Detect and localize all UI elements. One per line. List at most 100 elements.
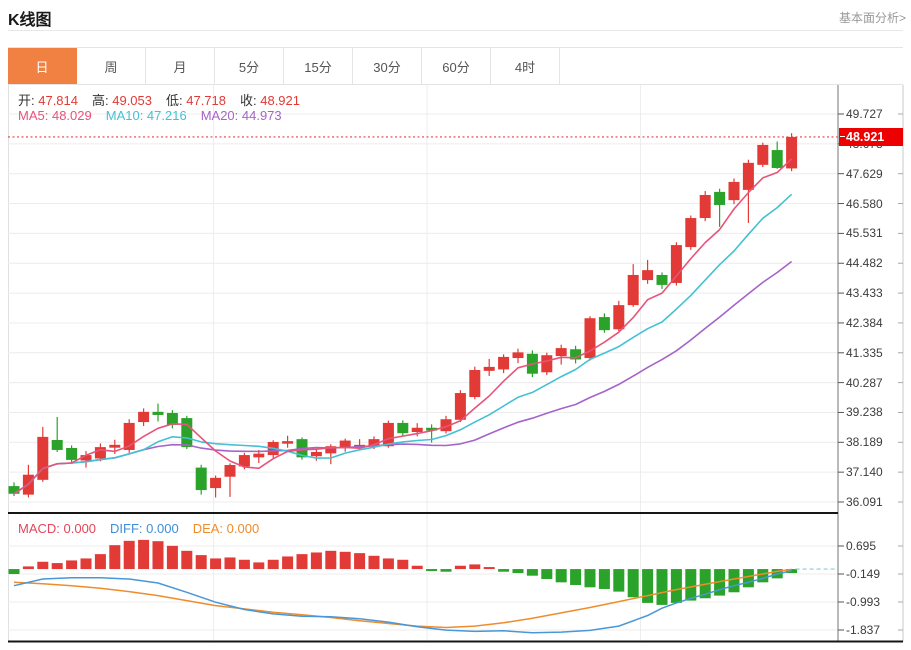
tab-15min[interactable]: 15分 [284, 48, 353, 84]
macd-bar-positive [81, 558, 92, 569]
macd-bar-positive [253, 562, 264, 569]
price-axis-label: 43.433 [846, 286, 902, 300]
ma5-label: MA5: [18, 108, 52, 123]
macd-bar-negative [541, 569, 552, 579]
candle-up [138, 412, 149, 422]
macd-axis-label: -1.837 [846, 623, 902, 637]
ma20-value: 44.973 [242, 108, 282, 123]
candle-up [412, 428, 423, 432]
macd-bar-negative [570, 569, 581, 585]
macd-bar-positive [52, 563, 63, 569]
macd-bar-positive [196, 555, 207, 569]
macd-bar-positive [340, 552, 351, 569]
candle-up [311, 452, 322, 456]
macd-bar-negative [613, 569, 624, 592]
tab-60min[interactable]: 60分 [422, 48, 491, 84]
candle-up [469, 370, 480, 397]
ohlc-low-value: 47.718 [186, 93, 226, 108]
macd-bar-negative [628, 569, 639, 597]
candles-group [9, 133, 798, 497]
tab-month[interactable]: 月 [146, 48, 215, 84]
macd-bar-positive [484, 567, 495, 569]
price-axis-label: 49.727 [846, 107, 902, 121]
ohlc-high-value: 49.053 [112, 93, 152, 108]
ma10-value: 47.216 [147, 108, 187, 123]
price-axis-label: 40.287 [846, 376, 902, 390]
candle-up [225, 465, 236, 477]
candle-down [657, 275, 668, 285]
tab-5min[interactable]: 5分 [215, 48, 284, 84]
price-axis-label: 36.091 [846, 495, 902, 509]
price-axis-label: 46.580 [846, 197, 902, 211]
tab-30min[interactable]: 30分 [353, 48, 422, 84]
tab-week[interactable]: 周 [77, 48, 146, 84]
candle-up [513, 352, 524, 358]
macd-bar-positive [95, 554, 106, 569]
candle-down [9, 486, 20, 494]
tab-4hour[interactable]: 4时 [491, 48, 560, 84]
ohlc-low-label: 低: [166, 93, 186, 108]
macd-bar-positive [455, 566, 466, 569]
macd-bar-negative [527, 569, 538, 576]
candle-up [757, 145, 768, 165]
ma10-label: MA10: [106, 108, 147, 123]
price-axis-label: 45.531 [846, 226, 902, 240]
tab-day[interactable]: 日 [8, 48, 77, 84]
macd-bar-negative [729, 569, 740, 592]
diff-value-value: 0.000 [146, 521, 179, 536]
macd-bar-positive [354, 553, 365, 569]
candle-down [196, 468, 207, 490]
candle-up [95, 447, 106, 458]
macd-bar-positive [153, 541, 164, 569]
ohlc-close-value: 48.921 [260, 93, 300, 108]
candle-up [498, 357, 509, 370]
candle-up [541, 355, 552, 372]
macd-bar-positive [369, 556, 380, 569]
macd-axis-label: -0.993 [846, 595, 902, 609]
price-axis-label: 38.189 [846, 435, 902, 449]
candle-up [628, 275, 639, 305]
macd-bar-negative [9, 569, 20, 574]
macd-bar-positive [297, 554, 308, 569]
macd-bar-negative [642, 569, 653, 603]
macd-bar-positive [109, 545, 120, 569]
price-axis-label: 37.140 [846, 465, 902, 479]
macd-bar-positive [239, 560, 250, 569]
ma20-label: MA20: [201, 108, 242, 123]
macd-bar-negative [441, 569, 452, 572]
price-axis-label: 39.238 [846, 405, 902, 419]
macd-bar-negative [657, 569, 668, 605]
ohlc-row: 开: 47.814高: 49.053低: 47.718收: 48.921 [18, 90, 314, 109]
macd-bar-positive [37, 562, 48, 569]
macd-bar-negative [498, 569, 509, 572]
candle-up [556, 348, 567, 356]
macd-bar-positive [282, 556, 293, 569]
candle-up [671, 245, 682, 283]
candle-down [772, 150, 783, 168]
macd-bar-negative [585, 569, 596, 587]
macd-value-value: 0.000 [64, 521, 97, 536]
ma-row: MA5: 48.029MA10: 47.216MA20: 44.973 [18, 108, 296, 123]
macd-bar-negative [513, 569, 524, 573]
macd-bar-positive [181, 551, 192, 569]
candle-up [786, 137, 797, 168]
macd-axis-label: -0.149 [846, 567, 902, 581]
candle-down [66, 448, 77, 460]
macd-bar-negative [685, 569, 696, 601]
candle-down [153, 412, 164, 415]
macd-bar-positive [138, 540, 149, 569]
macd-bar-positive [210, 558, 221, 569]
interval-tab-bar: 日周月5分15分30分60分4时 [8, 47, 903, 85]
macd-bar-positive [124, 541, 135, 569]
ohlc-high-label: 高: [92, 93, 112, 108]
diff-value-label: DIFF: [110, 521, 146, 536]
candle-down [181, 418, 192, 447]
ma20-line [14, 262, 792, 494]
macd-bar-negative [743, 569, 754, 587]
macd-bar-positive [412, 566, 423, 569]
candle-up [253, 454, 264, 458]
ohlc-open-value: 47.814 [38, 93, 78, 108]
macd-header-row: MACD: 0.000DIFF: 0.000DEA: 0.000 [18, 521, 273, 536]
candle-down [52, 440, 63, 450]
price-axis-label: 47.629 [846, 167, 902, 181]
